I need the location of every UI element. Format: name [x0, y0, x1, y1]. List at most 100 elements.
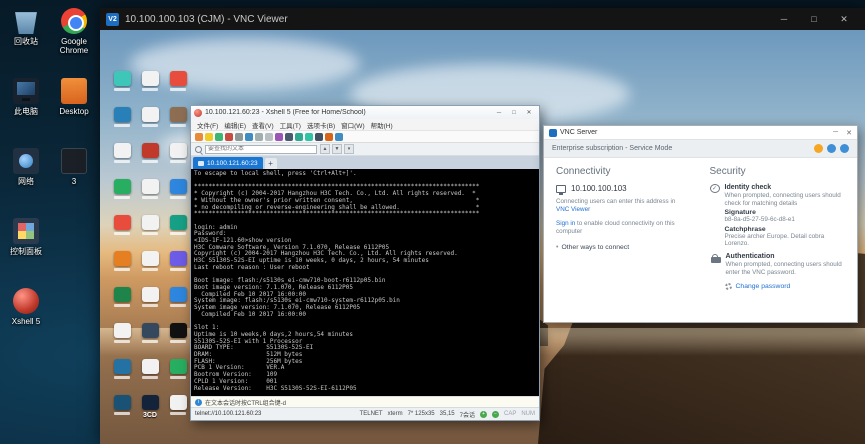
remote-desktop-icon[interactable] [164, 392, 192, 428]
minimize-icon[interactable] [833, 129, 838, 137]
remote-desktop-icon[interactable] [108, 356, 136, 392]
desktop-icon-folder-3[interactable]: 3 [50, 144, 98, 214]
minimize-icon[interactable] [769, 8, 799, 30]
open-session-icon[interactable] [205, 133, 213, 141]
zoom-in-icon[interactable] [480, 411, 487, 418]
connect-hint: Connecting users can enter this address … [556, 198, 682, 214]
session-tab[interactable]: 10.100.121.60:23 [193, 157, 263, 169]
identity-check-body: When prompted, connecting users should c… [725, 192, 848, 207]
fullscreen-icon[interactable] [315, 133, 323, 141]
menu-item[interactable]: 帮助(H) [368, 120, 396, 130]
change-password-link[interactable]: Change password [736, 283, 791, 290]
maximize-icon[interactable] [799, 8, 829, 30]
remote-desktop-icon[interactable] [108, 140, 136, 176]
remote-desktop-icon[interactable] [108, 248, 136, 284]
remote-desktop-icon[interactable] [136, 356, 164, 392]
remote-desktop-icon[interactable] [164, 104, 192, 140]
find-icon[interactable] [275, 133, 283, 141]
new-session-icon[interactable] [195, 133, 203, 141]
duplicate-session-icon[interactable] [235, 133, 243, 141]
remote-desktop-icon[interactable] [136, 140, 164, 176]
zoom-in-icon[interactable] [305, 133, 313, 141]
info-icon [195, 399, 202, 406]
zoom-out-icon[interactable] [295, 133, 303, 141]
remote-desktop-icon[interactable] [164, 176, 192, 212]
desktop-icon-recycle-bin[interactable]: 回收站 [2, 4, 50, 74]
remote-desktop-icon[interactable] [136, 284, 164, 320]
find-options-icon[interactable]: ▾ [344, 144, 354, 154]
terminal[interactable]: To escape to local shell, press 'Ctrl+Al… [191, 169, 539, 396]
vnc-server-titlebar[interactable]: VNC Server [544, 126, 857, 139]
remote-desktop-icon[interactable] [108, 212, 136, 248]
remote-desktop-icon[interactable] [136, 248, 164, 284]
remote-desktop-icon[interactable] [108, 320, 136, 356]
remote-desktop-icon[interactable] [136, 176, 164, 212]
remote-desktop-icon[interactable] [136, 104, 164, 140]
alerts-icon[interactable] [814, 144, 823, 153]
help-icon[interactable] [840, 144, 849, 153]
desktop-icon-desktop-folder[interactable]: Desktop [50, 74, 98, 144]
remote-desktop-icon[interactable] [136, 212, 164, 248]
close-icon[interactable] [829, 8, 859, 30]
vnc-viewer-titlebar[interactable]: V2 10.100.100.103 (CJM) - VNC Viewer [100, 8, 865, 30]
copy-icon[interactable] [255, 133, 263, 141]
session-properties-icon[interactable] [245, 133, 253, 141]
reconnect-icon[interactable] [215, 133, 223, 141]
remote-desktop-icon[interactable] [136, 68, 164, 104]
change-password[interactable]: Change password [725, 283, 848, 290]
sign-in-link[interactable]: Sign in [556, 220, 575, 227]
minimize-icon[interactable] [492, 107, 506, 119]
find-next-icon[interactable]: ▼ [332, 144, 342, 154]
disconnect-icon[interactable] [225, 133, 233, 141]
remote-desktop-icon[interactable] [108, 68, 136, 104]
close-icon[interactable] [846, 129, 852, 137]
menu-item[interactable]: 工具(T) [277, 120, 304, 130]
app-icon [170, 323, 187, 338]
remote-desktop-icon[interactable] [164, 284, 192, 320]
remote-desktop[interactable]: 3CD 10.100.121.60:23 - Xshell 5 (Free fo… [100, 30, 865, 444]
app-icon [142, 395, 159, 410]
zoom-out-icon[interactable] [492, 411, 499, 418]
icon-label: 3CD [143, 412, 157, 419]
remote-desktop-icon[interactable] [164, 356, 192, 392]
menu-item[interactable]: 选项卡(B) [304, 120, 338, 130]
compose-bar-icon[interactable] [325, 133, 333, 141]
identity-check-icon [710, 184, 720, 193]
remote-desktop-icon[interactable] [164, 68, 192, 104]
desktop-icon-control-panel[interactable]: 控制面板 [2, 214, 50, 284]
find-input[interactable] [205, 145, 317, 154]
remote-desktop-icon[interactable]: 3CD [136, 392, 164, 428]
remote-desktop-icon[interactable] [108, 176, 136, 212]
remote-desktop-icon[interactable] [164, 212, 192, 248]
remote-desktop-icon[interactable] [164, 248, 192, 284]
remote-desktop-icon[interactable] [136, 320, 164, 356]
remote-desktop-icon[interactable] [108, 104, 136, 140]
user-icon[interactable] [827, 144, 836, 153]
menu-item[interactable]: 文件(F) [194, 120, 221, 130]
app-icon [142, 287, 159, 302]
other-ways-to-connect[interactable]: Other ways to connect [556, 244, 694, 251]
xshell-status-bar: telnet://10.100.121.60:23 TELNETxterm7* … [191, 407, 539, 420]
control-panel-icon [13, 218, 39, 244]
menu-item[interactable]: 编辑(E) [221, 120, 249, 130]
app-icon [142, 143, 159, 158]
desktop-icon-network[interactable]: 网络 [2, 144, 50, 214]
desktop-icon-this-pc[interactable]: 此电脑 [2, 74, 50, 144]
remote-desktop-icon[interactable] [108, 392, 136, 428]
menu-item[interactable]: 窗口(W) [338, 120, 367, 130]
desktop-icon-xshell-5[interactable]: Xshell 5 [2, 284, 50, 354]
xshell-titlebar[interactable]: 10.100.121.60:23 - Xshell 5 (Free for Ho… [191, 106, 539, 119]
vnc-viewer-link[interactable]: VNC Viewer [556, 206, 590, 213]
print-icon[interactable] [285, 133, 293, 141]
remote-desktop-icon[interactable] [108, 284, 136, 320]
remote-desktop-icon[interactable] [164, 140, 192, 176]
desktop-icon-google-chrome[interactable]: Google Chrome [50, 4, 98, 74]
maximize-icon[interactable] [507, 107, 521, 119]
remote-desktop-icon[interactable] [164, 320, 192, 356]
paste-icon[interactable] [265, 133, 273, 141]
new-tab-button[interactable] [265, 158, 277, 169]
menu-item[interactable]: 查看(V) [249, 120, 277, 130]
help-icon[interactable] [335, 133, 343, 141]
find-previous-icon[interactable]: ▲ [320, 144, 330, 154]
close-icon[interactable] [522, 107, 536, 119]
